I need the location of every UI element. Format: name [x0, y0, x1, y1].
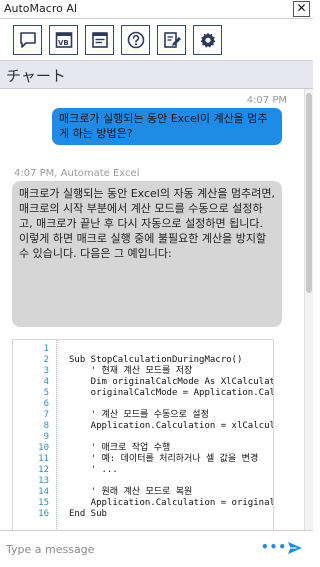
line-number: 14	[38, 487, 49, 497]
code-line: 3 ' 현재 계산 모드를 저장	[13, 366, 273, 377]
code-text: Dim originalCalcMode As XlCalculation	[69, 377, 274, 387]
code-text: ' 현재 계산 모드를 저장	[69, 366, 193, 376]
line-number: 1	[43, 344, 49, 354]
gear-icon	[200, 32, 215, 48]
message-input[interactable]	[6, 539, 246, 559]
line-number: 6	[43, 399, 49, 409]
code-text: Application.Calculation = originalCalcMo…	[90, 498, 274, 508]
line-number: 16	[38, 509, 49, 519]
code-text: ' 계산 모드를 수동으로 설정	[69, 410, 209, 420]
code-line: 10 ' 매크로 작업 수행	[13, 443, 273, 454]
code-line: 16 End Sub	[13, 509, 273, 520]
help-button[interactable]	[121, 25, 150, 55]
edit-document-button[interactable]	[157, 25, 186, 55]
code-line: 5 originalCalcMode = Application.Calcula…	[13, 388, 273, 399]
user-message-timestamp: 4:07 PM	[246, 95, 287, 106]
vba-module-button[interactable]: VB	[49, 25, 78, 55]
toolbar: VB	[0, 19, 313, 61]
line-number: 12	[38, 465, 49, 475]
code-text: Application.Calculation = xlCalculationM…	[90, 421, 273, 431]
bot-message-header: 4:07 PM, Automate Excel	[14, 168, 140, 179]
line-number: 8	[43, 421, 49, 431]
chat-area: 4:07 PM 매크로가 실행되는 동안 Excel이 계산을 멈추게 하는 방…	[0, 89, 313, 530]
line-number: 5	[43, 388, 49, 398]
line-number: 13	[38, 476, 49, 486]
code-text: End Sub	[69, 509, 107, 519]
chat-button[interactable]	[13, 25, 42, 55]
code-line: 14 ' 원래 계산 모드로 복원	[13, 487, 273, 498]
code-block[interactable]: 1 2 Sub StopCalculationDuringMacro() 3 ' …	[12, 339, 274, 530]
document-button[interactable]	[85, 25, 114, 55]
settings-button[interactable]	[193, 25, 222, 55]
code-text: originalCalcMode = Application.Calculati…	[90, 388, 273, 398]
line-number: 7	[43, 410, 49, 420]
scrollbar-thumb[interactable]	[306, 93, 312, 293]
code-line: 7 ' 계산 모드를 수동으로 설정	[13, 410, 273, 421]
line-number: 4	[43, 377, 49, 387]
more-options-button[interactable]: •••	[261, 540, 287, 554]
code-text: ' 원래 계산 모드로 복원	[69, 487, 193, 497]
code-line: 9	[13, 432, 273, 443]
help-icon	[127, 31, 144, 49]
tab-bar: チャート	[0, 61, 313, 89]
svg-text:VB: VB	[58, 39, 69, 47]
code-text: ' ...	[69, 465, 118, 475]
send-icon[interactable]	[287, 540, 303, 556]
code-line: 2 Sub StopCalculationDuringMacro()	[13, 355, 273, 366]
code-line: 8 Application.Calculation = xlCalculatio…	[13, 421, 273, 432]
close-button[interactable]: ✕	[293, 1, 310, 17]
code-line: 12 ' ...	[13, 465, 273, 476]
code-line: 15 Application.Calculation = originalCal…	[13, 498, 274, 509]
vba-module-icon: VB	[55, 32, 72, 48]
composer: •••	[0, 530, 313, 567]
code-text: ' 매크로 작업 수행	[69, 443, 171, 453]
code-line: 1	[13, 344, 273, 355]
code-line: 4 Dim originalCalcMode As XlCalculation	[13, 377, 274, 388]
window-title: AutoMacro AI	[4, 2, 78, 15]
code-text: Sub StopCalculationDuringMacro()	[69, 355, 243, 365]
code-line: 13	[13, 476, 273, 487]
edit-document-icon	[163, 32, 181, 48]
line-number: 3	[43, 366, 49, 376]
chat-bubble-icon	[19, 32, 36, 48]
line-number: 9	[43, 432, 49, 442]
code-line: 6	[13, 399, 273, 410]
document-icon	[91, 32, 108, 48]
line-number: 2	[43, 355, 49, 365]
line-number: 10	[38, 443, 49, 453]
user-message-bubble: 매크로가 실행되는 동안 Excel이 계산을 멈추게 하는 방법은?	[52, 108, 282, 145]
tab-chart[interactable]: チャート	[6, 65, 66, 86]
code-line: 11 ' 예: 데이터를 처리하거나 셀 값을 변경	[13, 454, 273, 465]
line-number: 11	[38, 454, 49, 464]
bot-message-bubble: 매크로가 실행되는 동안 Excel의 자동 계산을 멈추려면, 매크로의 시작…	[12, 181, 282, 327]
line-number: 15	[38, 498, 49, 508]
chat-scrollbar[interactable]	[304, 89, 313, 530]
code-text: ' 예: 데이터를 처리하거나 셀 값을 변경	[69, 454, 259, 464]
title-bar: AutoMacro AI ✕	[0, 0, 313, 19]
